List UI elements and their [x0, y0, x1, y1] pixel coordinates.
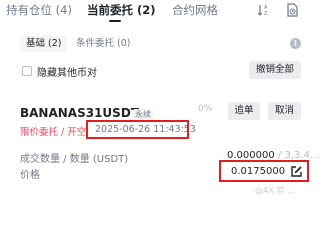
- svg-text:Z: Z: [264, 11, 268, 17]
- filter-basic[interactable]: 基础 (2): [20, 36, 68, 52]
- filter-conditional[interactable]: 条件委托 (0): [76, 36, 130, 52]
- price-label: 价格: [20, 170, 40, 181]
- order-symbol[interactable]: BANANAS31USDT: [20, 106, 139, 120]
- perpetual-badge: 永续: [133, 109, 153, 120]
- hide-other-pairs-checkbox[interactable]: [22, 66, 32, 76]
- tab-open-orders[interactable]: 当前委托 (2): [87, 2, 156, 18]
- order-type-label: 限价委托 / 开空: [20, 127, 87, 138]
- fill-percent: 0%: [198, 104, 213, 114]
- timestamp-highlight-box: [86, 120, 189, 139]
- filled-qty-label: 成交数量 / 数量 (USDT): [20, 154, 129, 165]
- active-tab-indicator: [109, 20, 121, 22]
- watermark: @AX 宫 …: [255, 186, 296, 195]
- tab-positions[interactable]: 持有仓位 (4): [6, 2, 72, 18]
- cancel-order-button[interactable]: 取消: [268, 102, 301, 120]
- cancel-all-button[interactable]: 撤销全部: [249, 61, 301, 79]
- sort-icon[interactable]: A Z: [257, 3, 271, 17]
- history-icon[interactable]: [285, 3, 299, 17]
- chase-order-button[interactable]: 追单: [228, 102, 260, 120]
- hide-other-pairs-label[interactable]: 隐藏其他币对: [37, 64, 97, 79]
- tab-grid[interactable]: 合约网格: [172, 2, 218, 18]
- order-tabs: 持有仓位 (4) 当前委托 (2) 合约网格 A Z: [0, 0, 319, 22]
- info-icon[interactable]: i: [290, 38, 301, 49]
- price-highlight-box: [219, 160, 309, 182]
